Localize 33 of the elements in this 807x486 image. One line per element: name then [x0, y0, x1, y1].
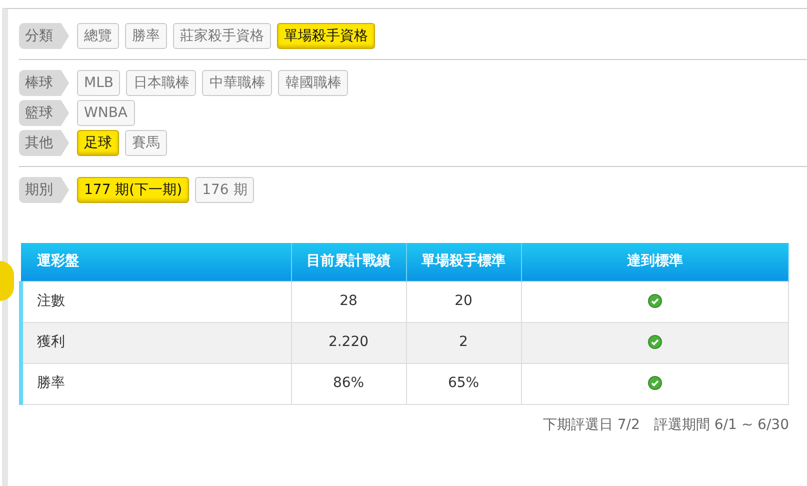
filter-option[interactable]: 足球: [77, 130, 119, 156]
filter-label: 其他: [19, 130, 69, 156]
filter-option[interactable]: 177 期(下一期): [77, 177, 190, 203]
filter-option[interactable]: 勝率: [125, 23, 167, 49]
column-header: 運彩盤: [21, 243, 291, 281]
filter-option[interactable]: 中華職棒: [202, 70, 272, 96]
filter-option[interactable]: 莊家殺手資格: [173, 23, 271, 49]
table-cell: 2: [406, 322, 521, 363]
filter-label: 棒球: [19, 70, 69, 96]
filter-option[interactable]: 單場殺手資格: [277, 23, 375, 49]
selection-period: 評選期間 6/1 ~ 6/30: [654, 416, 789, 432]
filter-option[interactable]: 賽馬: [125, 130, 167, 156]
filter-option[interactable]: 韓國職棒: [278, 70, 348, 96]
table-cell: 20: [406, 281, 521, 322]
filter-option[interactable]: WNBA: [77, 100, 134, 126]
filter-option[interactable]: 176 期: [195, 177, 254, 203]
filter-option[interactable]: MLB: [77, 70, 120, 96]
filter-label: 分類: [19, 23, 69, 49]
table-cell: 2.220: [291, 322, 406, 363]
filter-option[interactable]: 總覽: [77, 23, 119, 49]
column-header: 目前累計戰績: [291, 243, 406, 281]
next-selection-date: 下期評選日 7/2: [542, 416, 640, 432]
column-header: 單場殺手標準: [406, 243, 521, 281]
filter-label: 期別: [19, 177, 69, 203]
table-cell: 28: [291, 281, 406, 322]
table-cell: 65%: [406, 363, 521, 404]
tab-edge: [0, 261, 14, 301]
table-cell: 勝率: [21, 363, 291, 404]
table-cell: 86%: [291, 363, 406, 404]
column-header: 達到標準: [521, 243, 788, 281]
filter-option[interactable]: 日本職棒: [126, 70, 196, 96]
table-cell: 獲利: [21, 322, 291, 363]
filter-label: 籃球: [19, 100, 69, 126]
